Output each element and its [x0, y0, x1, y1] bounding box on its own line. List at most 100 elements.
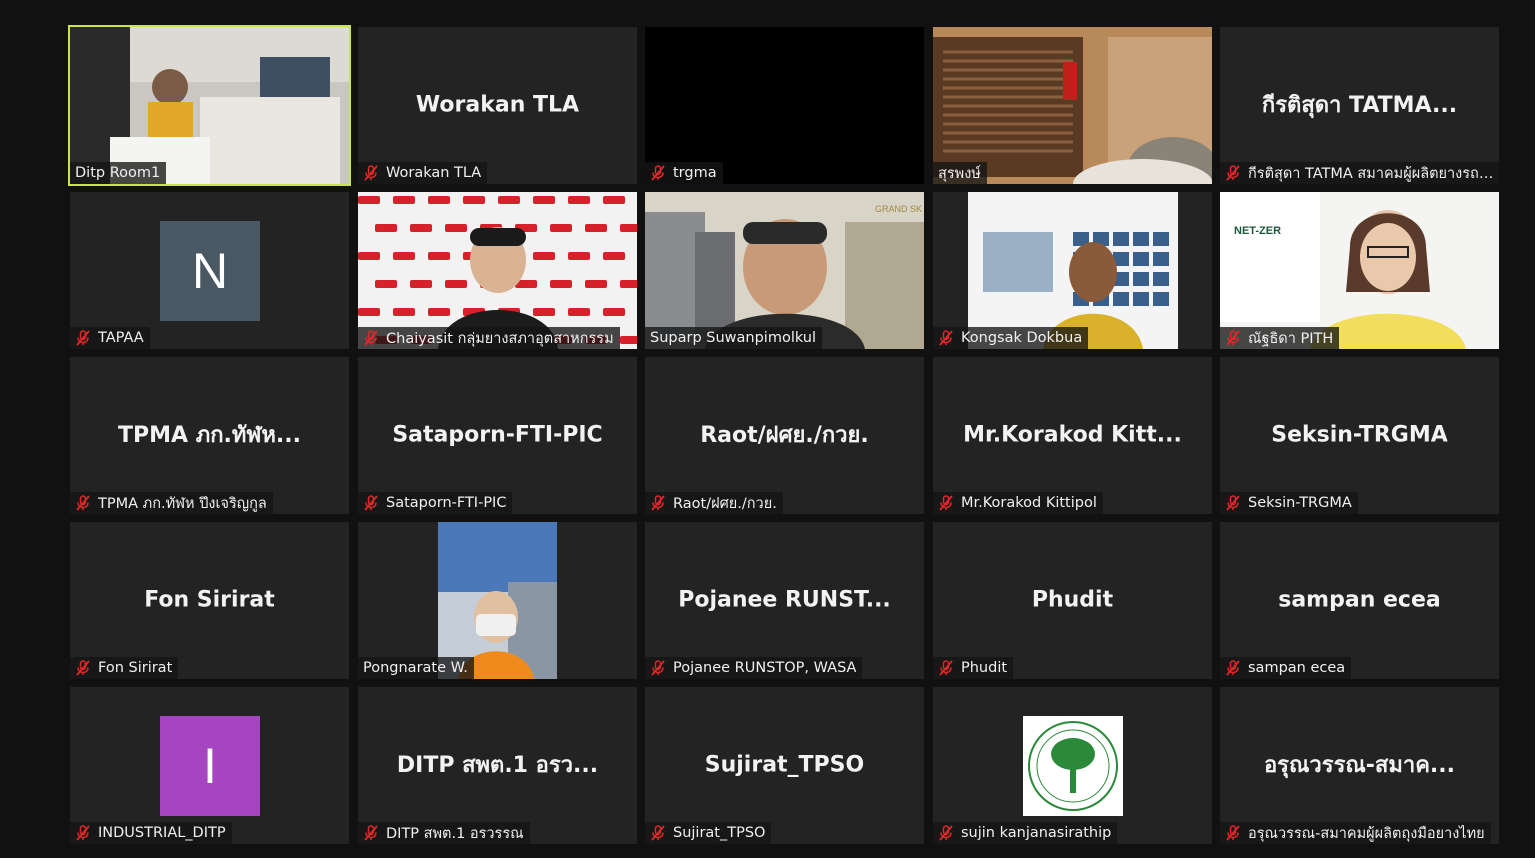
participant-label-text: Fon Sirirat — [98, 660, 173, 676]
mic-muted-icon — [1225, 825, 1241, 841]
participant-label-text: Sujirat_TPSO — [673, 825, 766, 841]
participant-name-label: สุรพงษ์ — [933, 162, 987, 184]
participant-tile[interactable]: กีรติสุดา TATMA... กีรติสุดา TATMA สมาคมผ… — [1220, 27, 1499, 184]
video-feed: NET-ZER — [1220, 192, 1499, 349]
participant-tile[interactable]: Pongnarate W. — [358, 522, 637, 679]
participant-tile[interactable]: Seksin-TRGMA Seksin-TRGMA — [1220, 357, 1499, 514]
participant-name-label: DITP สพต.1 อรวรรณ — [358, 822, 530, 844]
participant-display-name: TPMA ภก.ทัฬห... — [117, 422, 301, 448]
mic-muted-icon — [650, 495, 666, 511]
participant-label-text: Seksin-TRGMA — [1248, 495, 1352, 511]
participant-tile[interactable]: Mr.Korakod Kitt... Mr.Korakod Kittipol — [933, 357, 1212, 514]
mic-muted-icon — [1225, 330, 1241, 346]
participant-tile[interactable]: DITP สพต.1 อรว... DITP สพต.1 อรวรรณ — [358, 687, 637, 844]
participant-name-label: sampan ecea — [1220, 657, 1352, 679]
participant-label-text: Suparp Suwanpimolkul — [650, 330, 817, 346]
avatar: I — [160, 716, 260, 816]
participant-label-text: trgma — [673, 165, 717, 181]
participant-tile[interactable]: sampan ecea sampan ecea — [1220, 522, 1499, 679]
participant-tile[interactable]: TPMA ภก.ทัฬห... TPMA ภก.ทัฬห ปึงเจริญกูล — [70, 357, 349, 514]
participant-label-text: sampan ecea — [1248, 660, 1346, 676]
mic-muted-icon — [75, 330, 91, 346]
participant-name-label: ณัฐธิดา PITH — [1220, 327, 1340, 349]
video-feed — [933, 192, 1212, 349]
participant-label-text: TPMA ภก.ทัฬห ปึงเจริญกูล — [98, 495, 267, 512]
participant-label-text: กีรติสุดา TATMA สมาคมผู้ผลิตยางรถย... — [1248, 165, 1497, 182]
participant-label-text: Worakan TLA — [386, 165, 482, 181]
participant-name-label: Suparp Suwanpimolkul — [645, 327, 823, 349]
mic-muted-icon — [75, 495, 91, 511]
mic-muted-icon — [650, 660, 666, 676]
mic-muted-icon — [938, 825, 954, 841]
mic-muted-icon — [75, 825, 91, 841]
participant-tile[interactable]: Kongsak Dokbua — [933, 192, 1212, 349]
participant-tile[interactable]: I INDUSTRIAL_DITP — [70, 687, 349, 844]
participant-name-label: Phudit — [933, 657, 1014, 679]
participant-display-name: Sataporn-FTI-PIC — [392, 421, 603, 447]
mic-muted-icon — [1225, 165, 1241, 181]
video-feed: GRAND SK — [645, 192, 924, 349]
participant-tile[interactable]: สุรพงษ์ — [933, 27, 1212, 184]
participant-label-text: สุรพงษ์ — [938, 165, 981, 182]
mic-muted-icon — [938, 330, 954, 346]
mic-muted-icon — [1225, 660, 1241, 676]
participant-tile[interactable]: Sataporn-FTI-PIC Sataporn-FTI-PIC — [358, 357, 637, 514]
mic-muted-icon — [650, 165, 666, 181]
participant-name-label: Mr.Korakod Kittipol — [933, 492, 1103, 514]
participant-label-text: Chaiyasit กลุ่มยางสภาอุตสาหกรรม — [386, 330, 614, 347]
participant-display-name: Seksin-TRGMA — [1271, 421, 1448, 447]
participant-name-label: กีรติสุดา TATMA สมาคมผู้ผลิตยางรถย... — [1220, 162, 1499, 184]
participant-tile[interactable]: Sujirat_TPSO Sujirat_TPSO — [645, 687, 924, 844]
participant-name-label: Seksin-TRGMA — [1220, 492, 1358, 514]
participant-display-name: Pojanee RUNST... — [678, 586, 891, 612]
participant-display-name: Phudit — [1031, 586, 1114, 612]
participant-tile[interactable]: Ditp Room1 — [68, 25, 351, 186]
participant-display-name: Raot/ฝศย./กวย. — [700, 422, 869, 448]
mic-muted-icon — [363, 825, 379, 841]
participant-name-label: Pongnarate W. — [358, 657, 474, 679]
participant-tile[interactable]: NET-ZER ณัฐธิดา PITH — [1220, 192, 1499, 349]
participant-tile[interactable]: Raot/ฝศย./กวย. Raot/ฝศย./กวย. — [645, 357, 924, 514]
participant-display-name: Fon Sirirat — [144, 586, 275, 612]
participant-name-label: TPMA ภก.ทัฬห ปึงเจริญกูล — [70, 492, 273, 514]
zoom-gallery: { "tiles": [ {"id":"t1","display_name":"… — [0, 0, 1535, 858]
svg-text:NET-ZER: NET-ZER — [1234, 225, 1281, 237]
participant-label-text: TAPAA — [98, 330, 144, 346]
video-feed — [70, 27, 349, 184]
mic-muted-icon — [938, 660, 954, 676]
participant-name-label: TAPAA — [70, 327, 150, 349]
participant-label-text: sujin kanjanasirathip — [961, 825, 1112, 841]
participant-label-text: Pojanee RUNSTOP, WASA — [673, 660, 857, 676]
participant-tile[interactable]: Phudit Phudit — [933, 522, 1212, 679]
participant-tile[interactable]: trgma — [645, 27, 924, 184]
participant-tile[interactable]: อรุณวรรณ-สมาค... อรุณวรรณ-สมาคมผู้ผลิตถุง… — [1220, 687, 1499, 844]
mic-muted-icon — [363, 165, 379, 181]
participant-tile[interactable]: Pojanee RUNST... Pojanee RUNSTOP, WASA — [645, 522, 924, 679]
mic-muted-icon — [650, 825, 666, 841]
participant-tile[interactable]: N TAPAA — [70, 192, 349, 349]
participant-tile[interactable]: sujin kanjanasirathip — [933, 687, 1212, 844]
participant-name-label: sujin kanjanasirathip — [933, 822, 1118, 844]
avatar: N — [160, 221, 260, 321]
mic-muted-icon — [363, 495, 379, 511]
participant-name-label: trgma — [645, 162, 723, 184]
participant-display-name: Sujirat_TPSO — [704, 751, 865, 777]
svg-text:GRAND SK: GRAND SK — [875, 204, 922, 214]
video-feed — [933, 27, 1212, 184]
participant-name-label: Ditp Room1 — [70, 162, 167, 184]
participant-display-name: Mr.Korakod Kitt... — [963, 421, 1182, 447]
participant-tile[interactable]: Chaiyasit กลุ่มยางสภาอุตสาหกรรม — [358, 192, 637, 349]
participant-name-label: Worakan TLA — [358, 162, 488, 184]
participant-name-label: Fon Sirirat — [70, 657, 179, 679]
participant-display-name: sampan ecea — [1278, 586, 1441, 612]
mic-muted-icon — [938, 495, 954, 511]
participant-tile[interactable]: Worakan TLA Worakan TLA — [358, 27, 637, 184]
participant-label-text: INDUSTRIAL_DITP — [98, 825, 226, 841]
participant-name-label: Sataporn-FTI-PIC — [358, 492, 513, 514]
participant-tile[interactable]: Fon Sirirat Fon Sirirat — [70, 522, 349, 679]
participant-label-text: ณัฐธิดา PITH — [1248, 330, 1334, 347]
participant-label-text: Sataporn-FTI-PIC — [386, 495, 507, 511]
participant-display-name: DITP สพต.1 อรว... — [396, 752, 599, 778]
participant-name-label: Raot/ฝศย./กวย. — [645, 492, 783, 514]
participant-tile[interactable]: GRAND SK Suparp Suwanpimolkul — [645, 192, 924, 349]
